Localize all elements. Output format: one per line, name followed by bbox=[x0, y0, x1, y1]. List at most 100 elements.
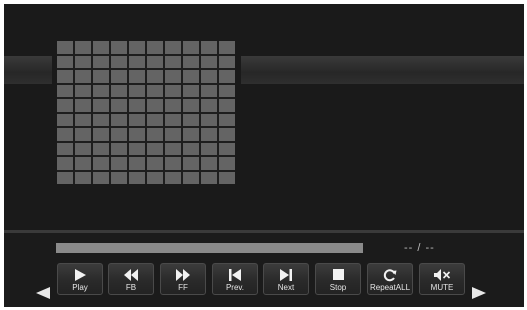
grid-cell bbox=[75, 99, 91, 112]
grid-cell bbox=[165, 84, 181, 97]
previous-button[interactable]: Prev. bbox=[212, 263, 258, 295]
grid-cell bbox=[111, 70, 127, 83]
thumbnail-placeholder-grid bbox=[57, 41, 235, 184]
grid-cell bbox=[111, 55, 127, 68]
grid-cell bbox=[147, 113, 163, 126]
grid-cell bbox=[111, 142, 127, 155]
grid-cell bbox=[129, 41, 145, 54]
grid-cell bbox=[201, 55, 217, 68]
grid-cell bbox=[219, 70, 235, 83]
fast-forward-icon bbox=[176, 269, 190, 281]
grid-cell bbox=[147, 55, 163, 68]
grid-cell bbox=[111, 113, 127, 126]
grid-cell bbox=[93, 157, 109, 170]
grid-cell bbox=[111, 99, 127, 112]
time-display: -- / -- bbox=[404, 242, 435, 254]
prev-label: Prev. bbox=[225, 283, 245, 292]
grid-cell bbox=[183, 171, 199, 184]
grid-cell bbox=[147, 171, 163, 184]
grid-cell bbox=[75, 171, 91, 184]
grid-cell bbox=[165, 128, 181, 141]
repeat-button[interactable]: RepeatALL bbox=[367, 263, 413, 295]
grid-cell bbox=[93, 70, 109, 83]
grid-cell bbox=[129, 84, 145, 97]
grid-cell bbox=[201, 142, 217, 155]
grid-cell bbox=[93, 84, 109, 97]
mute-icon bbox=[434, 269, 451, 281]
next-icon bbox=[280, 269, 292, 281]
mute-button[interactable]: MUTE bbox=[419, 263, 465, 295]
grid-cell bbox=[201, 171, 217, 184]
next-button[interactable]: Next bbox=[263, 263, 309, 295]
grid-cell bbox=[165, 99, 181, 112]
grid-cell bbox=[57, 41, 73, 54]
grid-cell bbox=[75, 128, 91, 141]
grid-cell bbox=[201, 41, 217, 54]
grid-cell bbox=[147, 128, 163, 141]
fb-label: FB bbox=[125, 283, 137, 292]
grid-cell bbox=[111, 41, 127, 54]
progress-bar[interactable] bbox=[56, 243, 363, 253]
fast-backward-button[interactable]: FB bbox=[108, 263, 154, 295]
media-player: -- / -- Play FB FF Prev. Next Stop Repea… bbox=[4, 4, 524, 307]
grid-cell bbox=[183, 128, 199, 141]
arrow-left-icon[interactable] bbox=[35, 286, 51, 300]
grid-cell bbox=[201, 70, 217, 83]
grid-cell bbox=[201, 84, 217, 97]
grid-cell bbox=[75, 55, 91, 68]
grid-cell bbox=[219, 84, 235, 97]
grid-cell bbox=[75, 70, 91, 83]
grid-cell bbox=[93, 171, 109, 184]
grid-cell bbox=[165, 70, 181, 83]
grid-cell bbox=[129, 113, 145, 126]
grid-cell bbox=[75, 41, 91, 54]
grid-cell bbox=[219, 55, 235, 68]
grid-cell bbox=[93, 41, 109, 54]
grid-cell bbox=[147, 157, 163, 170]
grid-cell bbox=[147, 99, 163, 112]
grid-cell bbox=[75, 113, 91, 126]
video-display bbox=[4, 4, 524, 230]
grid-cell bbox=[147, 70, 163, 83]
grid-cell bbox=[183, 113, 199, 126]
grid-cell bbox=[57, 171, 73, 184]
grid-cell bbox=[219, 41, 235, 54]
grid-cell bbox=[165, 142, 181, 155]
grid-cell bbox=[219, 113, 235, 126]
grid-cell bbox=[75, 157, 91, 170]
arrow-right-icon[interactable] bbox=[471, 286, 487, 300]
next-label: Next bbox=[277, 283, 295, 292]
grid-cell bbox=[93, 128, 109, 141]
video-band-left bbox=[4, 56, 52, 84]
grid-cell bbox=[165, 113, 181, 126]
repeat-icon bbox=[383, 269, 397, 282]
grid-cell bbox=[147, 142, 163, 155]
play-button[interactable]: Play bbox=[57, 263, 103, 295]
repeat-label: RepeatALL bbox=[369, 283, 411, 292]
fast-forward-button[interactable]: FF bbox=[160, 263, 206, 295]
grid-cell bbox=[57, 128, 73, 141]
ff-label: FF bbox=[178, 283, 188, 292]
stop-icon bbox=[333, 269, 344, 280]
stop-button[interactable]: Stop bbox=[315, 263, 361, 295]
grid-cell bbox=[201, 128, 217, 141]
grid-cell bbox=[57, 142, 73, 155]
control-bar: -- / -- Play FB FF Prev. Next Stop Repea… bbox=[4, 233, 524, 307]
grid-cell bbox=[183, 99, 199, 112]
grid-cell bbox=[129, 128, 145, 141]
grid-cell bbox=[201, 157, 217, 170]
grid-cell bbox=[75, 84, 91, 97]
play-label: Play bbox=[72, 283, 88, 292]
grid-cell bbox=[219, 171, 235, 184]
grid-cell bbox=[93, 113, 109, 126]
grid-cell bbox=[219, 157, 235, 170]
grid-cell bbox=[57, 157, 73, 170]
grid-cell bbox=[57, 113, 73, 126]
grid-cell bbox=[57, 70, 73, 83]
grid-cell bbox=[219, 128, 235, 141]
grid-cell bbox=[57, 99, 73, 112]
grid-cell bbox=[219, 142, 235, 155]
grid-cell bbox=[183, 142, 199, 155]
grid-cell bbox=[93, 55, 109, 68]
video-band-right bbox=[241, 56, 524, 84]
